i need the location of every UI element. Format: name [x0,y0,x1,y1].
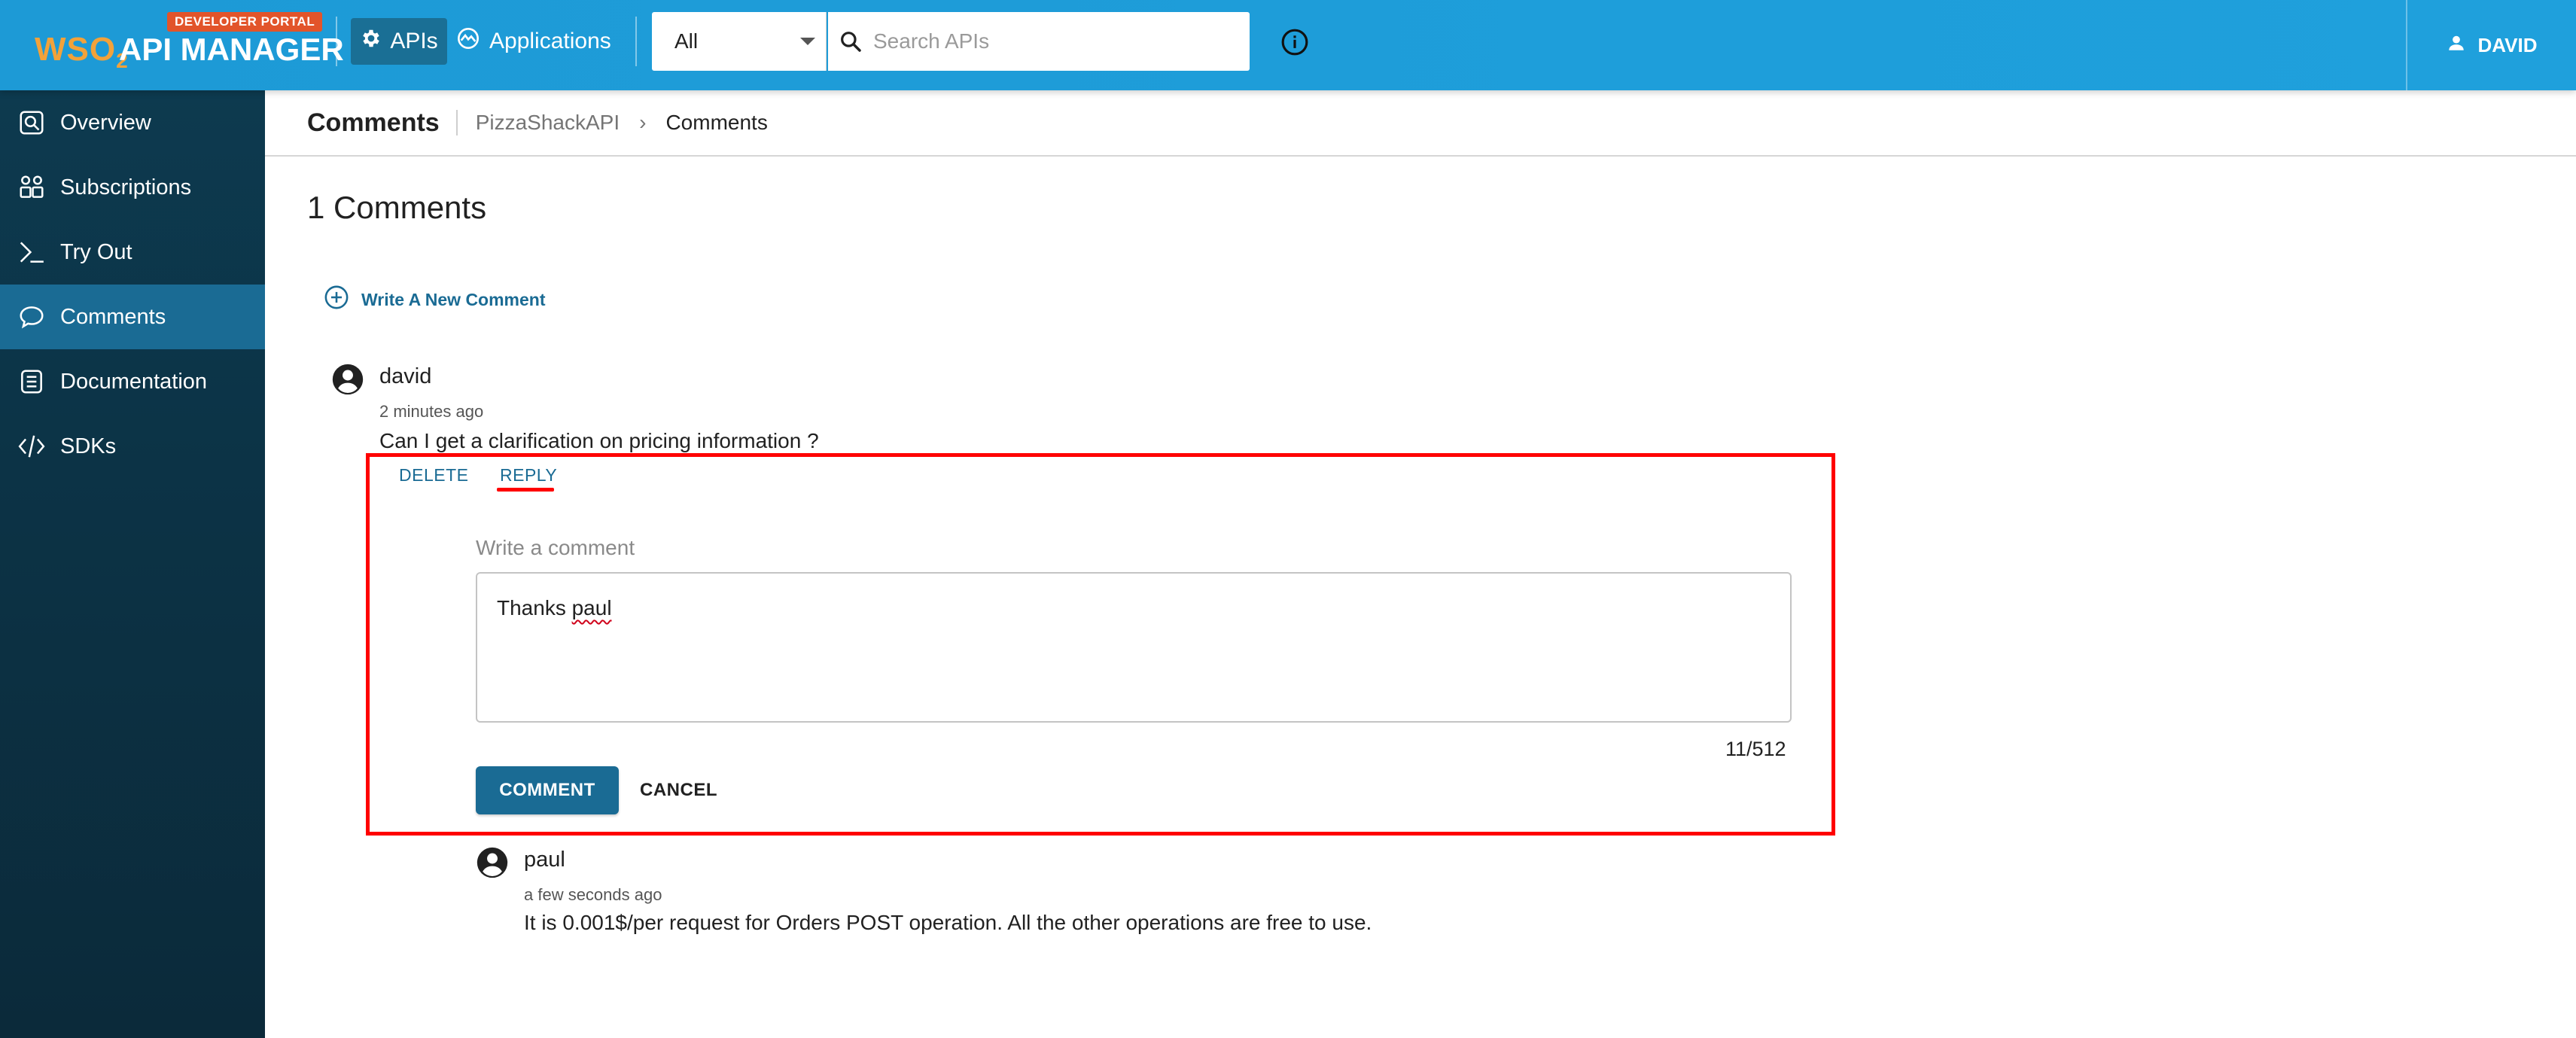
comments-count-title: 1 Comments [307,190,487,225]
search-scope-select[interactable]: All [652,12,827,71]
nav-applications-label: Applications [489,29,611,53]
write-new-comment-label: Write A New Comment [361,289,546,309]
sidebar-item-comments[interactable]: Comments [0,285,265,349]
character-counter: 11/512 [1725,738,1786,760]
comment-author: david [379,364,432,388]
sidebar-item-label: Subscriptions [60,175,192,199]
info-icon[interactable] [1280,27,1310,57]
sidebar-item-label: Try Out [60,239,132,264]
sidebar-item-subscriptions[interactable]: Subscriptions [0,155,265,220]
reply-text-prefix: Thanks [497,596,572,619]
subscriptions-icon [17,172,47,202]
nav-apis-label: APIs [390,29,438,53]
gear-icon [360,27,382,56]
search-icon [828,29,873,53]
reply-timestamp: a few seconds ago [524,885,662,904]
page-title: Comments [307,108,440,137]
wso2-logo[interactable]: DEVELOPER PORTAL WSO2 API MANAGER [35,12,344,81]
reply-text-misspelled-word: paul [571,596,612,619]
overview-icon [17,108,47,138]
top-app-bar: DEVELOPER PORTAL WSO2 API MANAGER APIs A… [0,0,2576,90]
add-circle-icon [324,285,349,315]
applications-icon [456,26,480,56]
breadcrumb-api-link[interactable]: PizzaShackAPI [476,111,620,135]
sidebar-item-label: Overview [60,110,151,135]
search-input[interactable] [873,29,1235,53]
nav-apis-button[interactable]: APIs [351,18,447,65]
reply-underline-annotation [497,488,554,492]
reply-textarea[interactable]: Thanks paul [476,572,1792,723]
sidebar-item-label: SDKs [60,434,117,458]
terminal-icon [17,237,47,267]
breadcrumb-current: Comments [665,111,768,134]
comment-timestamp: 2 minutes ago [379,402,484,421]
documentation-icon [17,367,47,397]
cancel-comment-button[interactable]: CANCEL [640,766,717,814]
account-circle-icon [331,363,364,396]
user-name: DAVID [2477,33,2538,56]
comment-icon [17,302,47,332]
reply-text: It is 0.001$/per request for Orders POST… [524,911,1372,934]
sidebar-item-label: Comments [60,304,166,329]
nav-divider [635,17,637,66]
title-divider [455,110,458,135]
comment-text: Can I get a clarification on pricing inf… [379,429,819,452]
write-new-comment-button[interactable]: Write A New Comment [324,285,546,315]
sidebar-item-overview[interactable]: Overview [0,90,265,155]
dropdown-caret-icon [800,38,815,45]
logo-brand: WSO2 [35,31,129,72]
nav-applications-button[interactable]: Applications [456,18,611,65]
user-menu[interactable]: DAVID [2406,0,2576,90]
sidebar-item-sdks[interactable]: SDKs [0,414,265,479]
nav-divider [336,17,337,66]
account-circle-icon [476,846,509,879]
code-icon [17,431,47,461]
user-icon [2447,33,2466,58]
logo-product-name: API MANAGER [119,32,344,67]
search-box[interactable] [828,12,1250,71]
sidebar: Overview Subscriptions Try Out Comments … [0,90,265,1038]
sidebar-item-try-out[interactable]: Try Out [0,220,265,285]
chevron-right-icon: › [639,111,647,134]
delete-comment-button[interactable]: DELETE [399,465,468,486]
search-scope-value: All [674,29,699,53]
comment-field-label: Write a comment [476,536,635,559]
reply-comment-button[interactable]: REPLY [500,465,557,486]
sidebar-item-documentation[interactable]: Documentation [0,349,265,414]
reply-author: paul [524,848,565,872]
breadcrumb: Comments PizzaShackAPI › Comments [265,90,2576,157]
sidebar-item-label: Documentation [60,369,208,394]
submit-comment-button[interactable]: COMMENT [476,766,619,814]
